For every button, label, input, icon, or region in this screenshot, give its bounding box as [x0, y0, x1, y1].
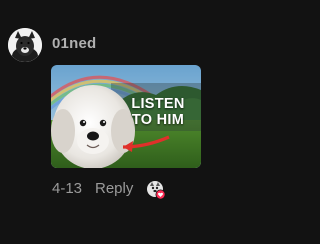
liked-by-creator-badge[interactable] [146, 180, 166, 200]
comment-date: 4-13 [52, 180, 83, 197]
reply-button[interactable]: Reply [95, 180, 133, 197]
comment-username[interactable]: 01ned [52, 35, 96, 52]
image-caption-line2: TO HIM [131, 112, 185, 128]
avatar[interactable] [8, 28, 42, 62]
image-caption: LISTEN TO HIM [128, 96, 188, 128]
dog-avatar-icon [8, 28, 42, 62]
image-caption-line1: LISTEN [131, 96, 185, 112]
comment-item: 01ned LISTEN TO HIM 4-13 Reply [0, 0, 281, 244]
heart-badge-icon [147, 181, 166, 200]
